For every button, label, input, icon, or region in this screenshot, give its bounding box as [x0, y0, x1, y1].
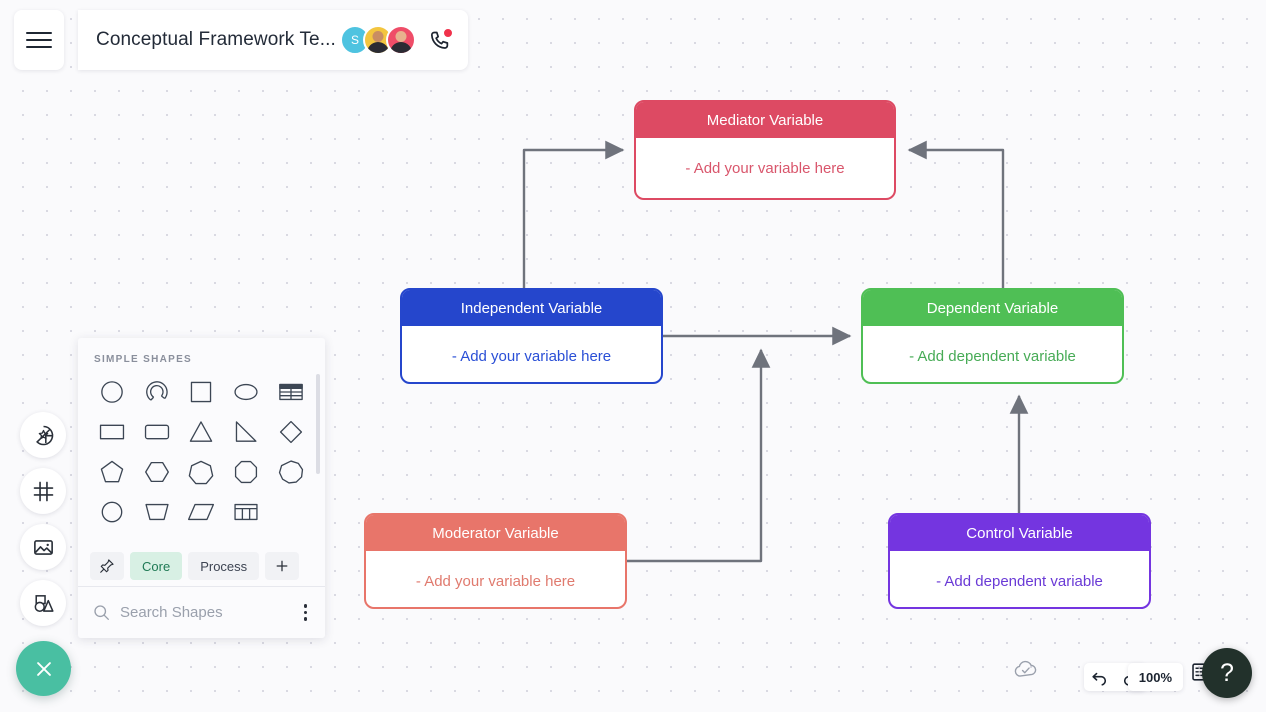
shape-parallelogram[interactable] [179, 495, 224, 529]
node-dependent-body[interactable]: - Add dependent variable [863, 326, 1122, 382]
shape-tab-process[interactable]: Process [188, 552, 260, 580]
shapes-icon [34, 594, 54, 612]
avatar-user-3[interactable] [386, 25, 416, 55]
node-control-title: Control Variable [890, 515, 1149, 551]
node-moderator-body[interactable]: - Add your variable here [366, 551, 625, 607]
image-icon [33, 539, 53, 555]
undo-icon[interactable] [1090, 668, 1109, 687]
document-title[interactable]: Conceptual Framework Te... [96, 29, 340, 51]
node-control[interactable]: Control Variable - Add dependent variable [888, 513, 1151, 609]
collaborator-avatars: S [340, 25, 416, 55]
search-shapes-input[interactable]: Search Shapes [120, 604, 300, 621]
shape-tab-core[interactable]: Core [130, 552, 183, 580]
node-moderator-title: Moderator Variable [366, 515, 625, 551]
zoom-level-label: 100% [1138, 669, 1172, 685]
cloud-check-icon [1014, 660, 1037, 677]
shape-search-row: Search Shapes [78, 586, 325, 638]
shape-right-triangle[interactable] [224, 415, 269, 449]
connector-dependent-mediator [907, 140, 1005, 288]
node-mediator-body[interactable]: - Add your variable here [636, 138, 894, 198]
help-button[interactable]: ? [1202, 648, 1252, 698]
shape-tab-pin[interactable] [90, 552, 124, 580]
node-independent-title: Independent Variable [402, 290, 661, 326]
node-mediator[interactable]: Mediator Variable - Add your variable her… [634, 100, 896, 200]
shapes-scrollbar[interactable] [316, 374, 320, 474]
shape-hexagon[interactable] [135, 455, 180, 489]
shape-rounded-rectangle[interactable] [135, 415, 180, 449]
hamburger-icon [26, 27, 52, 53]
help-label: ? [1220, 658, 1234, 687]
shape-category-tabs: Core Process [78, 552, 325, 580]
frame-button[interactable] [20, 468, 66, 514]
shape-trapezoid[interactable] [135, 495, 180, 529]
image-button[interactable] [20, 524, 66, 570]
shape-square[interactable] [179, 375, 224, 409]
document-title-bar: Conceptual Framework Te... S [78, 10, 468, 70]
connector-independent-mediator [522, 140, 625, 288]
node-moderator[interactable]: Moderator Variable - Add your variable he… [364, 513, 627, 609]
shape-ellipse[interactable] [224, 375, 269, 409]
node-dependent[interactable]: Dependent Variable - Add dependent variab… [861, 288, 1124, 384]
zoom-level-button[interactable]: 100% [1127, 663, 1183, 691]
shape-heptagon[interactable] [179, 455, 224, 489]
shape-tab-label: Core [142, 558, 171, 574]
app-root: Mediator Variable - Add your variable her… [0, 0, 1266, 712]
pin-icon [100, 559, 114, 573]
node-independent[interactable]: Independent Variable - Add your variable … [400, 288, 663, 384]
shapes-section-title: SIMPLE SHAPES [94, 354, 193, 365]
shape-circle[interactable] [90, 375, 135, 409]
shape-tab-label: Process [200, 558, 248, 574]
kebab-menu-icon[interactable] [300, 600, 312, 625]
sticker-icon [35, 425, 53, 445]
avatar-photo [372, 30, 384, 42]
bottom-toolbar: 100% ? [986, 644, 1266, 712]
shapes-panel: SIMPLE SHAPES Core Process Search Shapes [78, 338, 325, 638]
sticker-button[interactable] [20, 412, 66, 458]
top-bar: Conceptual Framework Te... S [0, 0, 1266, 72]
shape-grid-table[interactable] [224, 495, 269, 529]
search-icon [94, 605, 109, 620]
left-tool-rail [20, 412, 66, 636]
shape-rectangle[interactable] [90, 415, 135, 449]
node-control-body[interactable]: - Add dependent variable [890, 551, 1149, 607]
shape-triangle[interactable] [179, 415, 224, 449]
shape-arc[interactable] [135, 375, 180, 409]
plus-icon [276, 560, 288, 572]
close-panel-button[interactable] [16, 641, 71, 696]
shape-tab-plus[interactable] [265, 552, 300, 580]
shape-diamond[interactable] [268, 415, 313, 449]
shape-circle-outline[interactable] [90, 495, 135, 529]
save-status-button[interactable] [1013, 659, 1039, 684]
shape-nonagon[interactable] [268, 455, 313, 489]
node-independent-body[interactable]: - Add your variable here [402, 326, 661, 382]
shape-table-striped[interactable] [268, 375, 313, 409]
shapes-button[interactable] [20, 580, 66, 626]
shape-grid [78, 365, 325, 529]
menu-button[interactable] [14, 10, 64, 70]
avatar-photo [395, 30, 407, 42]
shape-pentagon[interactable] [90, 455, 135, 489]
shape-octagon[interactable] [224, 455, 269, 489]
close-icon [36, 661, 51, 676]
phone-call-button[interactable] [426, 27, 453, 53]
node-dependent-title: Dependent Variable [863, 290, 1122, 326]
frame-icon [33, 481, 53, 501]
node-mediator-title: Mediator Variable [636, 102, 894, 138]
call-notification-badge [443, 28, 453, 38]
